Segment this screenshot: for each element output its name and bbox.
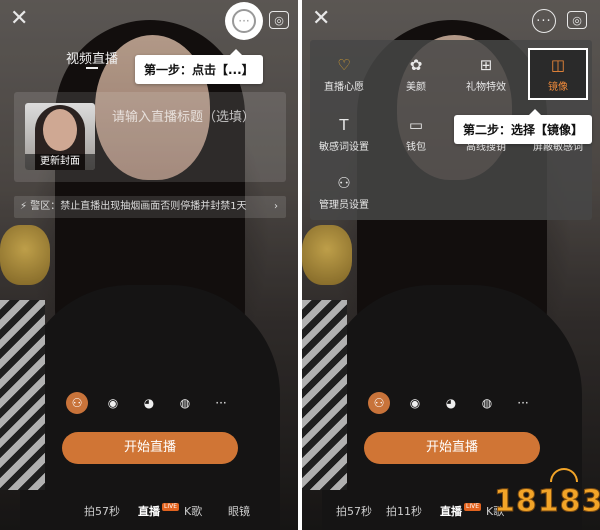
- switch-camera-icon[interactable]: ◎: [269, 11, 289, 29]
- live-title-input[interactable]: 请输入直播标题（选填）: [112, 106, 255, 125]
- menu-item-live-wish[interactable]: ♡ 直播心愿: [312, 52, 376, 93]
- user-icon[interactable]: ⚇: [368, 392, 390, 414]
- chevron-right-icon: ›: [274, 201, 278, 212]
- user-icon[interactable]: ⚇: [66, 392, 88, 414]
- share-row: ⚇ ◉ ◕ ◍ ···: [368, 392, 534, 414]
- mirror-icon: ◫: [550, 56, 566, 74]
- start-live-button[interactable]: 开始直播: [62, 432, 238, 464]
- logo-text: 18183: [493, 484, 600, 520]
- menu-item-wallet[interactable]: ▭ 钱包: [384, 112, 448, 153]
- beauty-icon: ✿: [409, 56, 423, 74]
- menu-item-beauty[interactable]: ✿ 美颜: [384, 52, 448, 93]
- live-badge: LIVE: [464, 503, 482, 511]
- close-icon[interactable]: ✕: [10, 8, 28, 30]
- step2-screenshot: ✕ ··· ◎ ♡ 直播心愿 ✿ 美颜 ⊞ 礼物特效 ◫ 镜像 T 敏感词设置 …: [302, 0, 600, 530]
- tab-shoot57[interactable]: 拍57秒: [84, 503, 120, 519]
- heart-icon: ♡: [337, 56, 351, 74]
- close-icon[interactable]: ✕: [312, 8, 330, 30]
- text-icon: T: [339, 116, 349, 134]
- tab-live[interactable]: 直播: [440, 503, 462, 519]
- step1-callout: 第一步：点击【...】: [135, 49, 263, 84]
- notice-text: ⚡ 警区：禁止直播出现抽烟画面否则停播并封禁1天: [20, 201, 247, 212]
- wechat-icon[interactable]: ◕: [138, 392, 160, 414]
- cover-thumbnail[interactable]: 更新封面: [25, 103, 95, 170]
- mode-underline: [86, 67, 98, 69]
- share-row: ⚇ ◉ ◕ ◍ ···: [66, 392, 232, 414]
- step2-callout: 第二步：选择【镜像】: [454, 109, 593, 144]
- wechat-icon[interactable]: ◕: [440, 392, 462, 414]
- moments-icon[interactable]: ◉: [404, 392, 426, 414]
- weibo-icon[interactable]: ◍: [476, 392, 498, 414]
- wallet-icon: ▭: [408, 116, 424, 134]
- update-cover-label: 更新封面: [25, 154, 95, 170]
- tab-karaoke[interactable]: K歌: [184, 503, 202, 519]
- start-live-button[interactable]: 开始直播: [364, 432, 540, 464]
- moments-icon[interactable]: ◉: [102, 392, 124, 414]
- admin-icon: ⚇: [337, 174, 351, 192]
- bottom-tabs: 拍57秒 直播 LIVE K歌 眼镜: [0, 503, 298, 523]
- menu-item-sensitive-words[interactable]: T 敏感词设置: [312, 112, 376, 153]
- mode-label: 视频直播: [66, 52, 119, 67]
- weibo-icon[interactable]: ◍: [174, 392, 196, 414]
- more-icon: ···: [232, 9, 256, 33]
- step1-screenshot: ✕ ··· ◎ 第一步：点击【...】 视频直播 更新封面 请输入直播标题（选填…: [0, 0, 298, 530]
- tab-glasses[interactable]: 眼镜: [228, 503, 250, 519]
- tab-shoot57[interactable]: 拍57秒: [336, 503, 372, 519]
- more-icon[interactable]: ···: [532, 9, 556, 33]
- tab-shoot11[interactable]: 拍11秒: [386, 503, 422, 519]
- more-dots-icon[interactable]: ···: [210, 392, 232, 414]
- more-dots-icon[interactable]: ···: [512, 392, 534, 414]
- gift-icon: ⊞: [479, 56, 493, 74]
- switch-camera-icon[interactable]: ◎: [567, 11, 587, 29]
- menu-item-admin-settings[interactable]: ⚇ 管理员设置: [312, 170, 376, 211]
- tab-live[interactable]: 直播: [138, 503, 160, 519]
- more-button-highlighted[interactable]: ···: [225, 2, 263, 40]
- live-badge: LIVE: [162, 503, 180, 511]
- sun-rays-icon: [550, 468, 578, 482]
- warning-notice[interactable]: ⚡ 警区：禁止直播出现抽烟画面否则停播并封禁1天 ›: [14, 196, 286, 218]
- menu-item-gift-effects[interactable]: ⊞ 礼物特效: [454, 52, 518, 93]
- menu-item-mirror[interactable]: ◫ 镜像: [526, 52, 590, 93]
- site-logo: 18183: [490, 466, 600, 530]
